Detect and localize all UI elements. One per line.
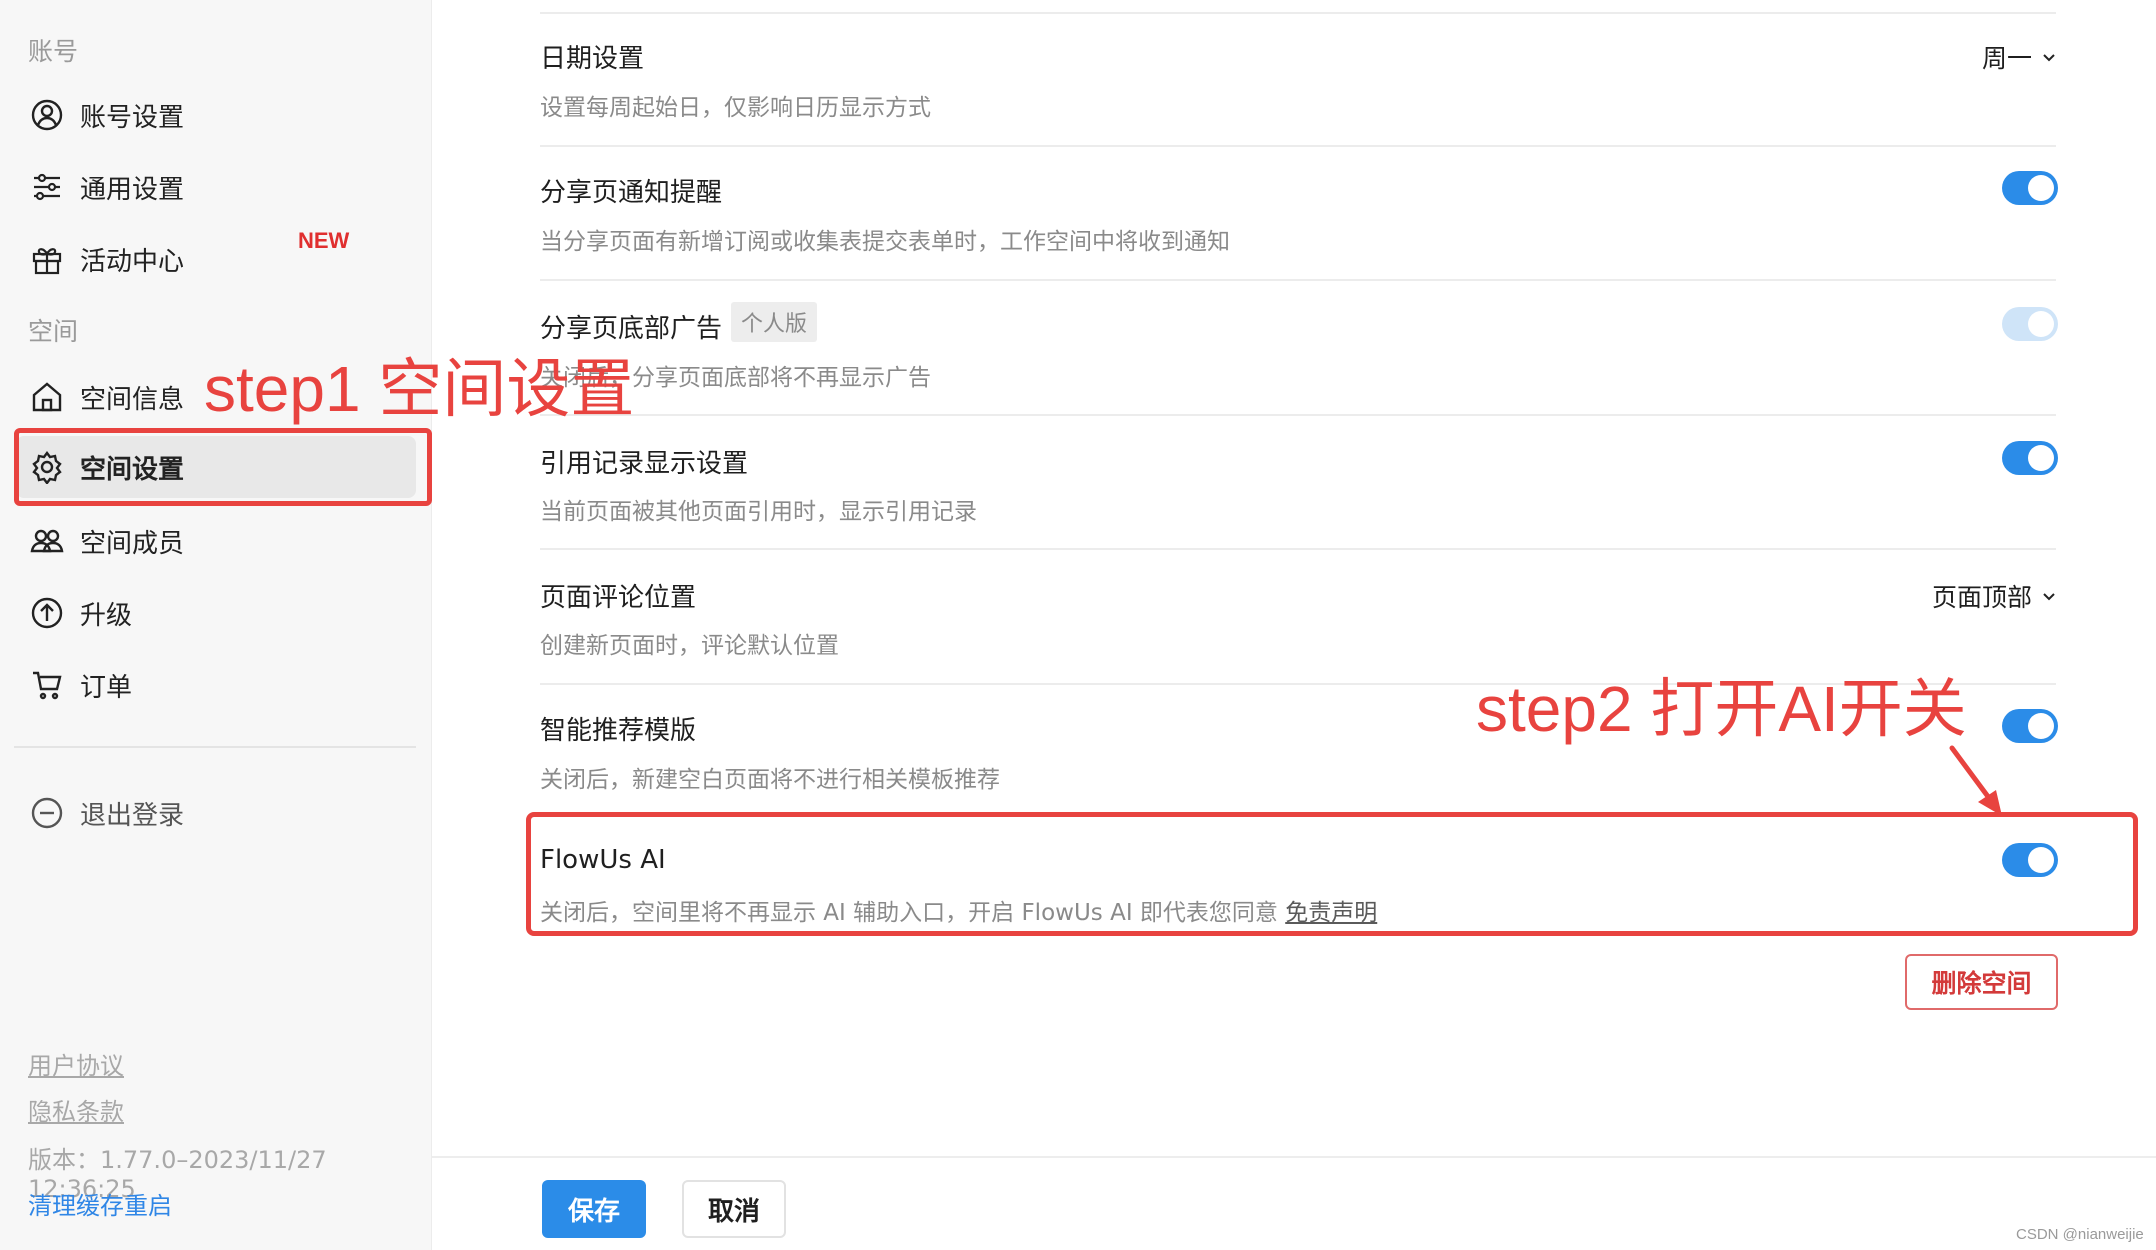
reference-record-title: 引用记录显示设置 [540, 449, 749, 479]
logout-button[interactable]: 退出登录 [16, 782, 416, 844]
sidebar-item-label: 通用设置 [80, 174, 185, 205]
sidebar-item-label: 账号设置 [80, 102, 185, 133]
home-icon [30, 380, 64, 414]
step1-annotation: step1 空间设置 [204, 353, 635, 425]
privacy-policy-link[interactable]: 隐私条款 [28, 1092, 124, 1127]
comment-position-dropdown[interactable]: 页面顶部 [1932, 578, 2058, 614]
cart-icon [30, 668, 64, 702]
clear-cache-restart-link[interactable]: 清理缓存重启 [28, 1186, 172, 1221]
step2-annotation: step2 打开AI开关 [1476, 673, 1967, 745]
row-divider [540, 279, 2056, 281]
row-divider [540, 548, 2056, 550]
step1-highlight-box [14, 428, 432, 506]
chevron-down-icon [2043, 54, 2055, 62]
sidebar-item-label: 活动中心 [80, 246, 185, 277]
date-setting-desc: 设置每周起始日，仅影响日历显示方式 [540, 95, 931, 121]
minus-circle-icon [30, 796, 64, 830]
sidebar-item-activity-center[interactable]: 活动中心 [16, 228, 416, 290]
watermark: CSDN @nianweijie [2016, 1226, 2144, 1243]
new-badge: NEW [298, 228, 350, 253]
row-divider [540, 12, 2056, 14]
space-section-label: 空间 [28, 317, 79, 346]
week-start-dropdown[interactable]: 周一 [1982, 39, 2058, 75]
toggle-knob [2028, 713, 2054, 739]
sidebar-item-general-settings[interactable]: 通用设置 [16, 156, 416, 218]
sidebar-item-account-settings[interactable]: 账号设置 [16, 84, 416, 146]
sidebar-item-label: 空间成员 [80, 528, 185, 559]
gift-icon [30, 242, 64, 276]
members-icon [30, 524, 64, 558]
sidebar-item-upgrade[interactable]: 升级 [16, 582, 416, 644]
comment-position-title: 页面评论位置 [540, 583, 697, 613]
user-circle-icon [30, 98, 64, 132]
share-ad-toggle[interactable] [2002, 307, 2058, 341]
share-notify-toggle[interactable] [2002, 171, 2058, 205]
dropdown-value: 周一 [1981, 44, 2032, 73]
step2-highlight-box [526, 812, 2138, 936]
share-notify-desc: 当分享页面有新增订阅或收集表提交表单时，工作空间中将收到通知 [540, 229, 1230, 255]
sidebar-divider [14, 746, 416, 748]
chevron-down-icon [2043, 593, 2055, 601]
row-divider [540, 414, 2056, 416]
sidebar-item-orders[interactable]: 订单 [16, 654, 416, 716]
reference-record-desc: 当前页面被其他页面引用时，显示引用记录 [540, 499, 977, 525]
save-button[interactable]: 保存 [542, 1180, 646, 1238]
user-agreement-link[interactable]: 用户协议 [28, 1046, 124, 1081]
toggle-knob [2028, 445, 2054, 471]
sidebar: 账号 账号设置 通用设置 活动中心 NEW 空间 空间信息 空间设置 空间成员 … [0, 0, 432, 1250]
personal-edition-badge: 个人版 [731, 302, 818, 342]
logout-label: 退出登录 [80, 800, 185, 831]
dropdown-value: 页面顶部 [1931, 583, 2032, 612]
arrow-up-circle-icon [30, 596, 64, 630]
comment-position-desc: 创建新页面时，评论默认位置 [540, 633, 839, 659]
footer-divider [432, 1156, 2156, 1158]
smart-template-toggle[interactable] [2002, 709, 2058, 743]
date-setting-title: 日期设置 [540, 44, 645, 74]
toggle-knob [2028, 311, 2054, 337]
toggle-knob [2028, 175, 2054, 201]
share-notify-title: 分享页通知提醒 [540, 178, 723, 208]
annotation-arrow-icon [1949, 745, 2002, 816]
sidebar-item-label: 订单 [80, 672, 133, 703]
sliders-icon [30, 170, 64, 204]
reference-record-toggle[interactable] [2002, 441, 2058, 475]
row-divider [540, 145, 2056, 147]
smart-template-title: 智能推荐模版 [540, 716, 697, 746]
smart-template-desc: 关闭后，新建空白页面将不进行相关模板推荐 [540, 767, 1000, 793]
cancel-button[interactable]: 取消 [682, 1180, 786, 1238]
sidebar-item-space-members[interactable]: 空间成员 [16, 510, 416, 572]
sidebar-item-label: 空间信息 [80, 384, 185, 415]
delete-space-button[interactable]: 删除空间 [1905, 954, 2058, 1010]
sidebar-item-label: 升级 [80, 600, 133, 631]
account-section-label: 账号 [28, 37, 79, 66]
